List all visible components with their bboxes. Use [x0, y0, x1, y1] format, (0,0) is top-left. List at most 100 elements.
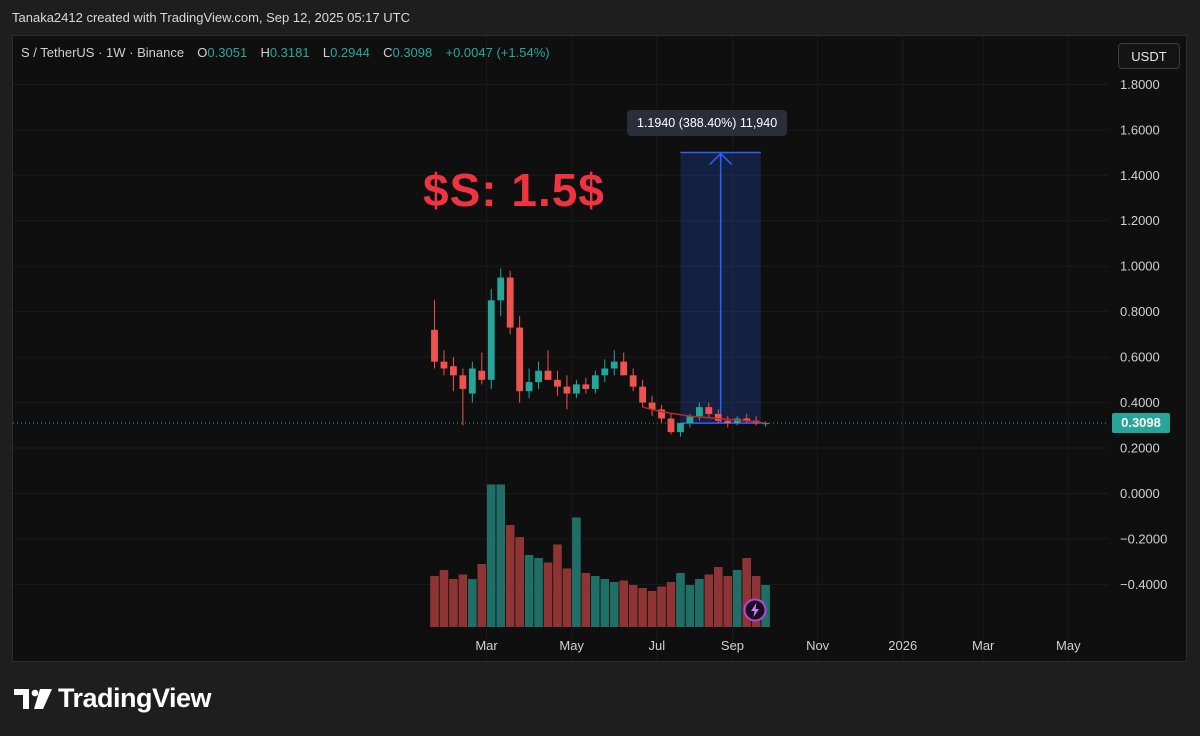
candle-body: [582, 384, 590, 389]
annotation-title: $S: 1.5$: [423, 164, 605, 216]
candle-body: [677, 423, 684, 433]
candle-body: [686, 416, 694, 424]
candle-body: [431, 329, 438, 362]
candle-body: [610, 361, 618, 369]
y-tick-label: 1.0000: [1120, 259, 1160, 274]
attribution-text: Tanaka2412 created with TradingView.com,…: [12, 10, 410, 25]
candle-body: [667, 418, 675, 433]
y-tick-label: 0.4000: [1120, 395, 1160, 410]
x-axis: Mar May Jul Sep Nov 2026 Mar May: [475, 638, 1081, 653]
volume-bar: [704, 574, 714, 627]
candle-body: [535, 370, 542, 383]
last-price-badge: 0.3098: [1112, 413, 1170, 433]
x-tick-label: Mar: [475, 638, 498, 653]
open-label: O: [197, 45, 208, 60]
candle-body: [450, 366, 457, 376]
volume-bar: [486, 484, 496, 627]
volume-bar: [562, 568, 572, 627]
volume-bar: [657, 586, 666, 627]
candle-body: [563, 386, 571, 394]
measure-layer: [680, 151, 761, 424]
candle-body: [544, 370, 552, 380]
volume-bar: [439, 570, 449, 627]
candle-body: [724, 420, 732, 424]
candle-body: [440, 361, 448, 369]
open-value: 0.3051: [207, 45, 248, 60]
volume-bar: [638, 588, 647, 627]
low-label: L: [322, 45, 331, 60]
currency-button[interactable]: USDT: [1118, 43, 1180, 69]
price-chart-svg[interactable]: 1.8000 1.6000 1.4000 1.2000 1.0000 0.8000 0.60…: [13, 36, 1187, 662]
volume-bar: [647, 591, 657, 627]
high-label: H: [260, 45, 270, 60]
volume-bar: [553, 544, 562, 627]
candle-body: [714, 413, 722, 421]
candle-body: [497, 277, 505, 301]
y-tick-label: 1.4000: [1120, 168, 1160, 183]
volume-bar: [695, 579, 704, 627]
x-tick-label: Jul: [648, 638, 665, 653]
volume-bar: [524, 555, 534, 627]
candle-body: [620, 361, 628, 376]
volume-bar: [591, 576, 600, 627]
volume-bar: [723, 576, 733, 627]
y-tick-label: 1.6000: [1120, 122, 1160, 137]
volume-bar: [458, 574, 468, 627]
volume-bar: [714, 567, 723, 627]
y-tick-label: 1.8000: [1120, 77, 1160, 92]
volume-bar: [430, 576, 439, 627]
candle-body: [525, 382, 533, 392]
x-tick-label: Sep: [721, 638, 744, 653]
volume-bar: [468, 579, 477, 627]
candle-body: [601, 368, 609, 376]
candle-body: [459, 375, 467, 389]
y-tick-label: 0.8000: [1120, 304, 1160, 319]
volume-bar: [732, 570, 742, 627]
x-tick-label: May: [1056, 638, 1081, 653]
tradingview-logo: TradingView: [14, 683, 212, 714]
candle-body: [573, 384, 580, 394]
x-tick-label: Nov: [806, 638, 830, 653]
volume-bar: [581, 573, 591, 627]
tradingview-snapshot: Tanaka2412 created with TradingView.com,…: [0, 0, 1200, 736]
candle-body: [468, 368, 476, 394]
candle-body: [506, 277, 514, 328]
candle-body: [591, 375, 599, 389]
candle-body: [516, 327, 524, 392]
y-axis: 1.8000 1.6000 1.4000 1.2000 1.0000 0.8000 0.60…: [1120, 77, 1167, 592]
candle-body: [487, 300, 495, 380]
measure-tooltip: 1.1940 (388.40%) 11,940: [627, 110, 788, 136]
y-tick-label: 0.0000: [1120, 486, 1160, 501]
chart-panel[interactable]: 1.8000 1.6000 1.4000 1.2000 1.0000 0.8000 0.60…: [12, 35, 1187, 662]
volume-bar: [505, 525, 515, 627]
volume-bar: [496, 484, 506, 627]
volume-bar: [609, 582, 619, 627]
volume-bar: [543, 562, 553, 627]
volume-bar: [477, 564, 487, 627]
y-tick-label: −0.4000: [1120, 577, 1167, 592]
candle-body: [639, 386, 647, 403]
volume-layer: [430, 484, 770, 627]
close-value: 0.3098: [392, 45, 433, 60]
volume-bar: [685, 585, 695, 627]
volume-bar: [600, 579, 610, 627]
volume-bar: [572, 517, 581, 627]
y-tick-label: 0.6000: [1120, 350, 1160, 365]
x-tick-label: May: [559, 638, 584, 653]
low-value: 0.2944: [330, 45, 370, 60]
candle-body: [478, 370, 486, 380]
volume-bar: [666, 582, 676, 627]
high-value: 0.3181: [269, 45, 310, 60]
symbol-name: S / TetherUS · 1W · Binance: [21, 45, 185, 60]
volume-bar: [619, 580, 628, 627]
candle-body: [554, 379, 561, 387]
change-value: +0.0047 (+1.54%): [445, 45, 550, 60]
volume-bar: [515, 537, 524, 627]
volume-bar: [676, 573, 685, 627]
candle-body: [629, 375, 637, 387]
tradingview-logo-icon: [14, 688, 52, 709]
candle-body: [705, 407, 713, 414]
y-tick-label: 0.2000: [1120, 441, 1160, 456]
volume-bar: [628, 585, 638, 627]
lightning-bolt-icon[interactable]: [743, 598, 767, 622]
